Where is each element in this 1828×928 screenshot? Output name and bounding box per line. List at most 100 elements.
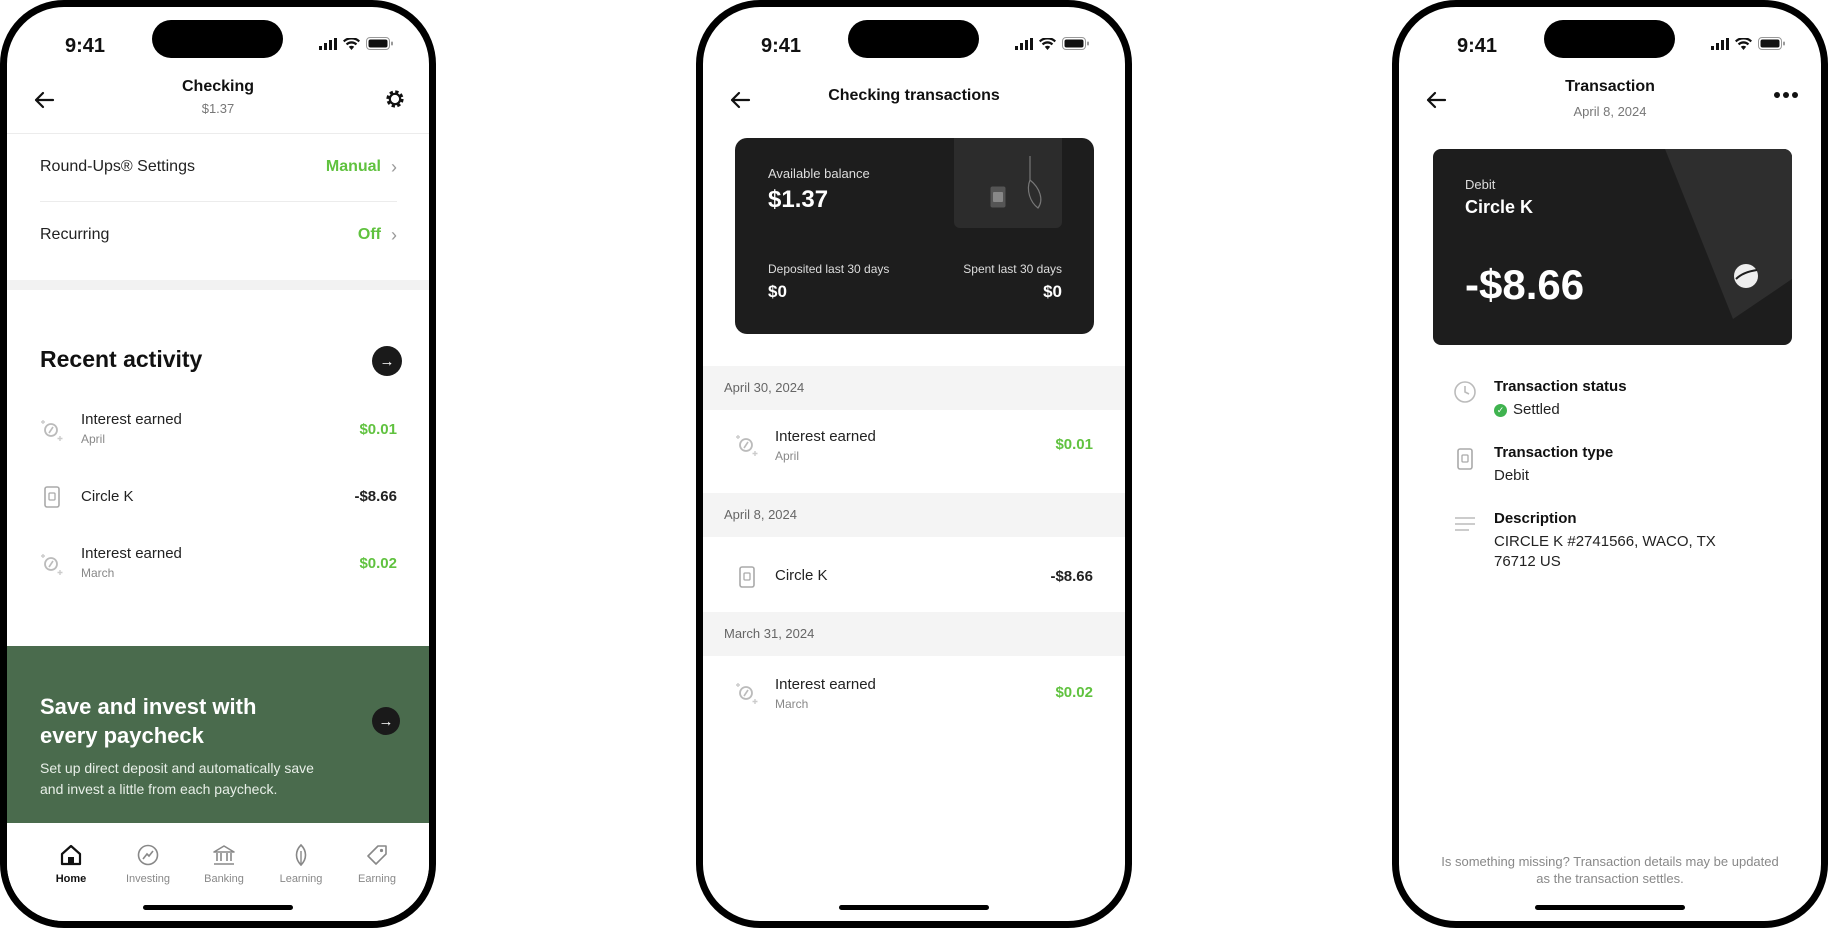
date-header: April 30, 2024: [703, 366, 1125, 410]
recurring-row[interactable]: Recurring Off ›: [40, 201, 397, 269]
transaction-amount: $0.01: [1055, 436, 1093, 453]
status-bar: 9:41: [7, 7, 429, 77]
dynamic-island: [848, 20, 979, 58]
leaf-logo-icon: [1027, 156, 1042, 209]
transaction-amount: -$8.66: [1050, 568, 1093, 585]
date-header: March 31, 2024: [703, 612, 1125, 656]
check-circle-icon: ✓: [1494, 403, 1507, 417]
phone-checking-transactions: 9:41 Checking transactions Available bal…: [696, 0, 1132, 928]
leaf-icon: [295, 843, 307, 867]
debit-card: Debit Circle K -$8.66: [1433, 149, 1792, 345]
tab-label: Investing: [125, 873, 171, 885]
battery-icon: [1062, 37, 1089, 50]
activity-amount: $0.02: [359, 555, 397, 572]
dynamic-island: [1544, 20, 1675, 58]
transaction-sub: March: [775, 697, 809, 711]
home-indicator: [1535, 905, 1685, 910]
more-options-icon[interactable]: [1773, 91, 1799, 99]
page-subtitle: April 8, 2024: [1573, 104, 1647, 119]
chip-icon: [990, 186, 1006, 208]
signal-icon: [1015, 37, 1033, 50]
status-title: Transaction status: [1494, 378, 1627, 395]
recent-activity-title: Recent activity: [40, 346, 203, 372]
battery-icon: [1758, 37, 1785, 50]
battery-icon: [366, 37, 393, 50]
interest-icon: [736, 435, 758, 456]
footnote: Is something missing? Transaction detail…: [1441, 854, 1779, 886]
interest-icon: [41, 554, 63, 575]
description-title: Description: [1494, 510, 1577, 527]
text-lines-icon: [1455, 517, 1475, 531]
bank-icon: [213, 845, 235, 865]
roundups-value: Manual: [325, 158, 381, 175]
balance-card: Available balance $1.37 Deposited last 3…: [735, 138, 1094, 334]
transaction-amount: $0.02: [1055, 684, 1093, 701]
tab-investing[interactable]: Investing: [118, 843, 178, 885]
tag-icon: [367, 845, 387, 865]
status-time: 9:41: [1457, 35, 1498, 57]
chevron-right-icon: ›: [391, 156, 397, 177]
activity-row[interactable]: Circle K -$8.66: [40, 474, 397, 522]
home-indicator: [143, 905, 293, 910]
page-title: Transaction: [1565, 78, 1655, 95]
card-amount: -$8.66: [1465, 261, 1585, 308]
wifi-icon: [1039, 37, 1056, 50]
activity-name: Interest earned: [81, 411, 182, 428]
section-separator: [7, 280, 429, 290]
tab-bar: Home Investing Banking Learning Earning: [7, 823, 429, 921]
card-logo-icon: [1734, 264, 1758, 288]
page-title: Checking transactions: [828, 87, 1000, 104]
activity-row[interactable]: Interest earned April $0.01: [40, 407, 397, 455]
promo-text: Set up direct deposit and automatically …: [40, 760, 314, 797]
investing-icon: [137, 844, 159, 866]
promo-banner[interactable]: Save and invest with every paycheck → Se…: [7, 646, 429, 826]
activity-sub: April: [81, 432, 106, 446]
transaction-row[interactable]: Interest earned April $0.01: [703, 410, 1125, 480]
description-value: CIRCLE K #2741566, WACO, TX 76712 US: [1494, 533, 1716, 570]
status-bar: 9:41: [1399, 7, 1821, 77]
activity-name: Interest earned: [81, 545, 182, 562]
activity-name: Circle K: [81, 488, 134, 505]
recent-activity-arrow-button[interactable]: →: [372, 346, 402, 376]
tab-banking[interactable]: Banking: [194, 843, 254, 885]
roundups-settings-row[interactable]: Round-Ups® Settings Manual ›: [40, 133, 397, 201]
card-icon: [1457, 448, 1473, 470]
tab-label: Home: [55, 873, 87, 885]
home-indicator: [839, 905, 989, 910]
card-illustration: [954, 138, 1062, 228]
header: Checking transactions: [703, 77, 1125, 133]
transaction-name: Circle K: [775, 567, 828, 584]
card-merchant: Circle K: [1465, 197, 1534, 217]
available-balance-label: Available balance: [768, 166, 870, 181]
header: Checking $1.37: [7, 77, 429, 133]
activity-amount: -$8.66: [354, 488, 397, 505]
transaction-row[interactable]: Interest earned March $0.02: [703, 658, 1125, 728]
tab-earning[interactable]: Earning: [347, 843, 407, 885]
activity-amount: $0.01: [359, 421, 397, 438]
deposited-value: $0: [768, 282, 787, 301]
promo-arrow-button[interactable]: →: [372, 707, 400, 735]
transaction-row[interactable]: Circle K -$8.66: [703, 542, 1125, 612]
page-title: Checking: [181, 78, 254, 95]
description-block: Description CIRCLE K #2741566, WACO, TX …: [1453, 510, 1791, 580]
type-title: Transaction type: [1494, 444, 1614, 461]
home-icon: [60, 844, 82, 866]
tab-label: Earning: [358, 873, 396, 885]
dynamic-island: [152, 20, 283, 58]
activity-row[interactable]: Interest earned March $0.02: [40, 541, 397, 589]
interest-icon: [41, 420, 63, 441]
card-icon: [739, 566, 755, 588]
promo-title: Save and invest with every paycheck: [40, 694, 257, 748]
phone-transaction-detail: 9:41 Transaction April 8, 2024 Debit Cir…: [1392, 0, 1828, 928]
gear-icon[interactable]: [383, 87, 407, 111]
interest-icon: [736, 683, 758, 704]
roundups-label: Round-Ups® Settings: [40, 158, 195, 175]
tab-home[interactable]: Home: [41, 843, 101, 885]
wifi-icon: [343, 37, 360, 50]
card-icon: [44, 486, 60, 508]
phone-checking: 9:41 Checking $1.37 Round-Ups® Settings …: [0, 0, 436, 928]
header: Transaction April 8, 2024: [1399, 77, 1821, 133]
tab-learning[interactable]: Learning: [271, 843, 331, 885]
wifi-icon: [1735, 37, 1752, 50]
tab-label: Learning: [279, 873, 323, 885]
